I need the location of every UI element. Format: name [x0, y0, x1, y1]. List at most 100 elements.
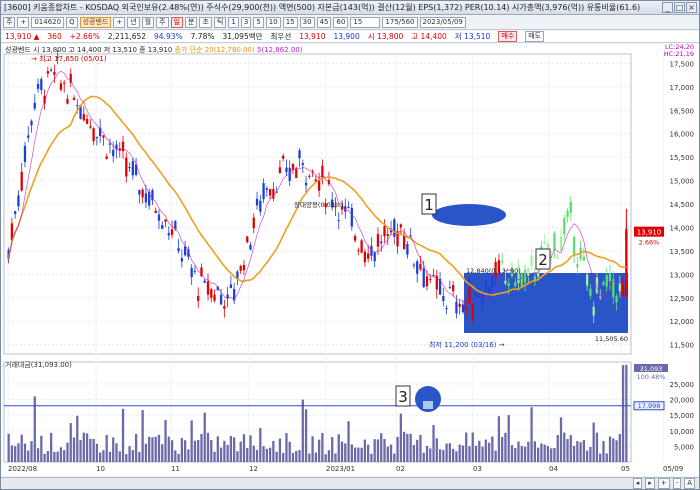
- tab-minute[interactable]: 분: [185, 17, 198, 28]
- volume-bar: [317, 439, 321, 462]
- candle-body: [566, 210, 569, 218]
- candle-body: [223, 306, 226, 309]
- zoom-out-button[interactable]: -: [672, 478, 682, 489]
- volume-bar: [406, 433, 409, 462]
- price-tick-label: 13,000: [670, 271, 695, 279]
- candle-body: [406, 244, 409, 255]
- volume-bar: [252, 445, 255, 462]
- interval-input[interactable]: 15: [350, 17, 381, 28]
- interval-1[interactable]: 1: [228, 17, 239, 28]
- stock-code-input[interactable]: 014620: [31, 17, 65, 28]
- volume-bar: [536, 447, 540, 462]
- add-compare-button[interactable]: +: [113, 17, 126, 28]
- interval-60[interactable]: 60: [333, 17, 349, 28]
- volume-bar: [223, 440, 226, 462]
- scroll-right-button[interactable]: ▸: [645, 478, 655, 489]
- candle-body: [154, 210, 157, 213]
- range-input[interactable]: 175/560: [382, 17, 418, 28]
- volume-bar: [23, 443, 27, 462]
- volume-bar: [376, 439, 380, 462]
- candle-body: [112, 149, 115, 157]
- stock-name-field[interactable]: 성광벤드: [79, 17, 112, 28]
- candle-body: [285, 167, 288, 173]
- candle-body: [465, 308, 468, 310]
- candle-body: [481, 295, 484, 302]
- tab-tick[interactable]: 틱: [213, 17, 227, 28]
- trade-volume: 2,211,652: [107, 32, 147, 41]
- candle-body: [615, 296, 618, 303]
- candle-body: [282, 155, 285, 159]
- volume-bar: [344, 443, 347, 462]
- tab-second[interactable]: 초: [199, 17, 212, 28]
- search-icon[interactable]: Q: [66, 17, 78, 28]
- close-button[interactable]: ×: [686, 2, 697, 13]
- candle-body: [543, 241, 546, 244]
- price-bar: 13,910 ▲ 360 +2.66% 2,211,652 94.93% 7.7…: [1, 31, 699, 43]
- volume-bar: [17, 443, 20, 462]
- ma20-legend: 종가 단순 20(12,780.00): [174, 46, 255, 54]
- volume-bar: [451, 448, 455, 462]
- volume-bar: [360, 447, 363, 462]
- volume-bar: [543, 444, 546, 462]
- open-price: 시 13,800: [367, 32, 404, 41]
- volume-bar: [615, 440, 618, 462]
- sell-button[interactable]: 매도: [525, 31, 545, 42]
- candle-body: [23, 145, 27, 163]
- buy-button[interactable]: 매수: [498, 31, 518, 42]
- volume-bar: [494, 450, 497, 462]
- minimize-button[interactable]: _: [662, 2, 673, 13]
- volume-bar: [523, 446, 527, 462]
- volume-bar: [458, 444, 461, 462]
- volume-bar: [141, 410, 144, 462]
- volume-top-label: 31,093: [640, 365, 663, 373]
- volume-bar: [20, 434, 23, 462]
- volume-bar: [151, 437, 154, 462]
- interval-3[interactable]: 3: [240, 17, 252, 28]
- candle-body: [259, 200, 262, 212]
- zoom-in-button[interactable]: +: [657, 478, 670, 489]
- interval-5[interactable]: 5: [253, 17, 264, 28]
- volume-bar: [569, 435, 572, 462]
- period-select[interactable]: 주: [3, 17, 16, 28]
- volume-bar: [187, 449, 190, 462]
- volume-bar: [409, 433, 412, 462]
- add-button[interactable]: +: [17, 17, 30, 28]
- interval-30[interactable]: 30: [299, 17, 315, 28]
- volume-bar: [85, 433, 89, 462]
- volume-bar: [324, 454, 327, 462]
- candle-body: [448, 287, 452, 289]
- volume-bar: [380, 433, 383, 462]
- scroll-left-button[interactable]: ◂: [632, 478, 643, 489]
- volume-bar: [92, 438, 95, 462]
- volume-bar: [216, 436, 219, 462]
- volume-bar: [416, 439, 419, 462]
- volume-bar: [102, 450, 105, 462]
- volume-bar: [239, 441, 242, 462]
- candle-body: [213, 294, 216, 301]
- turnover: 7.78%: [190, 32, 215, 41]
- volume-bar: [501, 437, 504, 462]
- interval-10[interactable]: 10: [265, 17, 281, 28]
- tab-day[interactable]: 일: [170, 17, 184, 28]
- tab-year[interactable]: 년: [127, 17, 140, 28]
- date-input[interactable]: 2023/05/09: [419, 17, 466, 28]
- interval-45[interactable]: 45: [316, 17, 332, 28]
- number-label: 2: [538, 251, 548, 269]
- candle-body: [360, 240, 363, 253]
- chart-area[interactable]: 17,500 17,000 16,500 16,000 15,500 15,000 14,5…: [1, 43, 699, 476]
- tab-month[interactable]: 월: [141, 17, 155, 28]
- auto-button[interactable]: A: [684, 478, 695, 489]
- tab-week[interactable]: 주: [156, 17, 169, 28]
- volume-bar: [455, 451, 458, 462]
- maximize-button[interactable]: □: [674, 2, 685, 13]
- min-price-label: 최저 11,200 (03/16) →: [429, 340, 505, 349]
- volume-bar: [249, 435, 252, 462]
- interval-15[interactable]: 15: [282, 17, 298, 28]
- volume-bar: [579, 442, 582, 462]
- volume-bar: [563, 432, 566, 462]
- date-label: 02: [396, 465, 405, 473]
- volume-bar: [190, 420, 193, 462]
- volume-bar: [393, 453, 396, 462]
- candle-body: [422, 268, 425, 288]
- price-volume-chart[interactable]: 17,50017,00016,50016,00015,50015,00014,5…: [1, 43, 699, 476]
